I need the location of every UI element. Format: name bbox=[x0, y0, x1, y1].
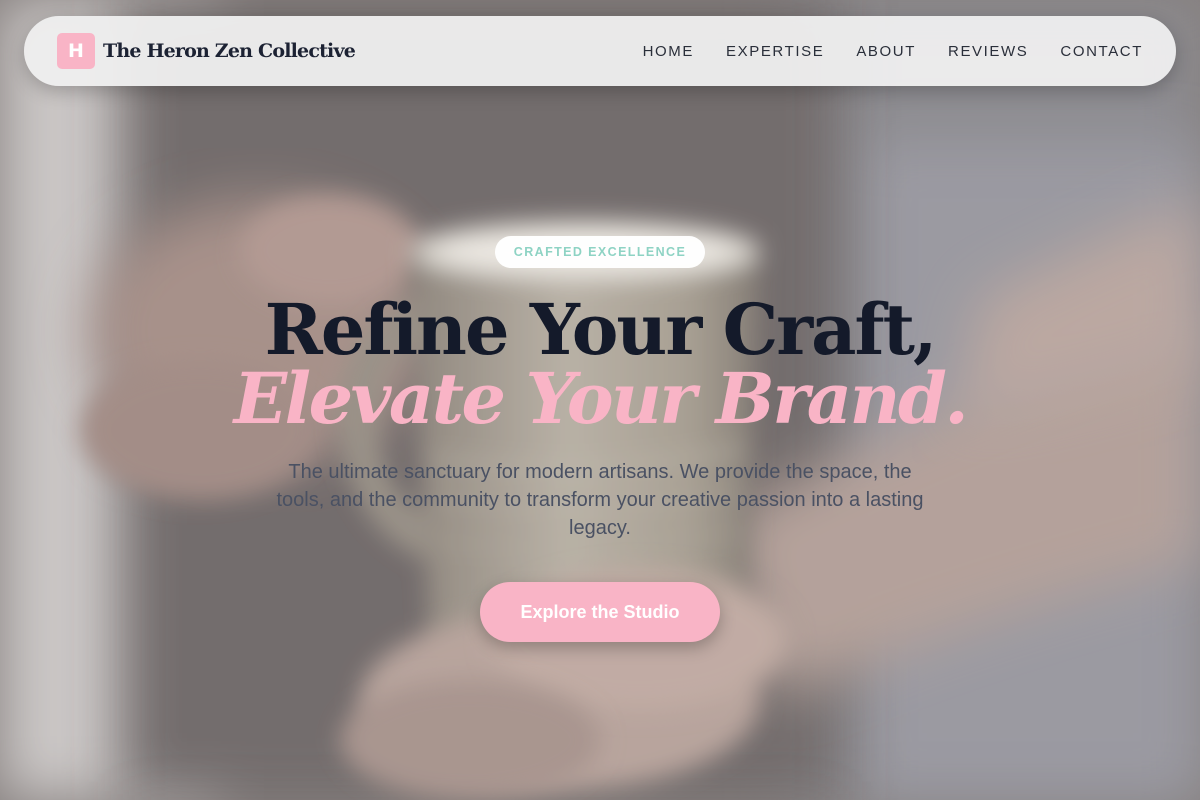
hero-headline-line2: Elevate Your Brand. bbox=[233, 357, 969, 440]
hero-badge: CRAFTED EXCELLENCE bbox=[495, 236, 705, 268]
hero-section: CRAFTED EXCELLENCE Refine Your Craft, El… bbox=[0, 0, 1200, 800]
explore-studio-button[interactable]: Explore the Studio bbox=[480, 582, 720, 642]
hero-subtitle: The ultimate sanctuary for modern artisa… bbox=[276, 461, 924, 539]
